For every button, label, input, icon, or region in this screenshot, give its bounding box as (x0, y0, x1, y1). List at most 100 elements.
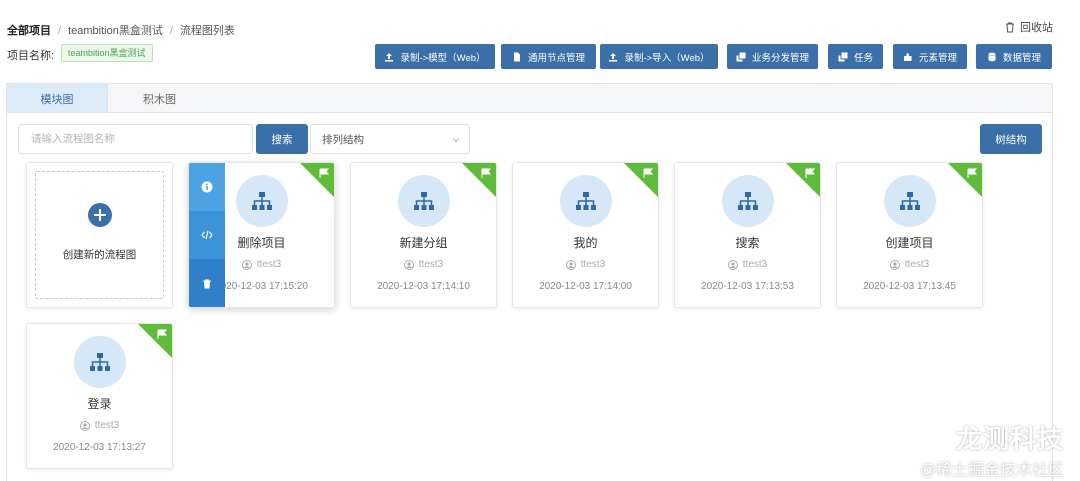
flowchart-card[interactable]: 新建分组 ttest3 2020-12-03 17:14:10 (350, 162, 497, 308)
flowchart-time: 2020-12-03 17:13:53 (701, 281, 794, 292)
business-dispatch-label: 业务分发管理 (751, 52, 809, 64)
card-action-bar (189, 163, 225, 307)
data-manage-label: 数据管理 (1002, 52, 1041, 64)
user-icon (727, 259, 738, 270)
element-manage-label: 元素管理 (918, 52, 957, 64)
flowchart-avatar (74, 336, 126, 388)
upload-icon (609, 52, 618, 61)
common-node-manage-button[interactable]: 通用节点管理 (501, 44, 596, 69)
element-manage-button[interactable]: 元素管理 (893, 44, 967, 69)
flowchart-card[interactable]: 搜索 ttest3 2020-12-03 17:13:53 (674, 162, 821, 308)
flag-icon (624, 163, 658, 197)
user-icon (403, 259, 414, 270)
breadcrumb-root[interactable]: 全部项目 (7, 25, 51, 37)
page: 全部项目 / teambition黑盒测试 / 流程图列表 回收站 项目名称: team… (0, 0, 1080, 481)
flowchart-user-name: ttest3 (94, 420, 120, 431)
sitemap-icon (90, 353, 110, 371)
document-icon (513, 52, 520, 61)
flowchart-user-name: ttest3 (418, 259, 444, 270)
flowchart-avatar (560, 175, 612, 227)
sitemap-icon (900, 192, 920, 210)
flowchart-user: ttest3 (351, 259, 496, 270)
card-delete-button[interactable] (189, 259, 225, 307)
sitemap-icon (252, 192, 272, 210)
tab-block-view[interactable]: 积木图 (109, 84, 210, 113)
tab-module-view[interactable]: 模块图 (7, 84, 108, 113)
breadcrumb-separator: / (58, 25, 62, 37)
sitemap-icon (738, 192, 758, 210)
flowchart-user-name: ttest3 (742, 259, 768, 270)
breadcrumb-current: 流程图列表 (179, 25, 235, 37)
business-dispatch-button[interactable]: 业务分发管理 (727, 44, 818, 69)
record-to-model-button[interactable]: 录制->模型（Web） (375, 44, 495, 69)
chevron-down-icon (452, 138, 460, 143)
flowchart-user-name: ttest3 (256, 259, 282, 270)
flag-icon (786, 163, 820, 197)
trash-icon (203, 279, 211, 289)
watermark-brand: 龙测科技 (955, 424, 1064, 454)
flowchart-user: ttest3 (513, 259, 658, 270)
user-icon (79, 420, 90, 431)
info-icon (201, 181, 213, 193)
search-button[interactable]: 搜索 (256, 124, 308, 154)
card-code-button[interactable] (189, 211, 225, 259)
record-to-import-button[interactable]: 录制->导入（Web） (600, 44, 718, 69)
flowchart-card[interactable]: 删除项目 ttest3 2020-12-03 17:15:20 (188, 162, 335, 308)
flowchart-time: 2020-12-03 17:13:45 (863, 281, 956, 292)
record-to-model-label: 录制->模型（Web） (400, 52, 486, 64)
recycle-bin-link[interactable]: 回收站 (1005, 19, 1053, 35)
flowchart-user: ttest3 (837, 259, 982, 270)
common-node-manage-label: 通用节点管理 (527, 52, 585, 64)
upload-icon (385, 52, 394, 61)
code-icon (201, 230, 213, 240)
flowchart-user: ttest3 (675, 259, 820, 270)
sort-structure-value: 排列结构 (322, 133, 364, 146)
flowchart-card[interactable]: 登录 ttest3 2020-12-03 17:13:27 (26, 323, 173, 469)
breadcrumb-project[interactable]: teambition黑盒测试 (68, 25, 163, 37)
flowchart-title: 搜索 (735, 236, 760, 250)
flag-icon (462, 163, 496, 197)
flowchart-card[interactable]: 我的 ttest3 2020-12-03 17:14:00 (512, 162, 659, 308)
search-input[interactable] (18, 124, 253, 154)
card-info-button[interactable] (189, 163, 225, 211)
user-icon (565, 259, 576, 270)
sort-structure-select[interactable]: 排列结构 (310, 124, 470, 154)
task-label: 任务 (853, 52, 873, 64)
breadcrumb: 全部项目 / teambition黑盒测试 / 流程图列表 (7, 22, 235, 38)
database-icon (988, 52, 996, 61)
toolbar: 录制->模型（Web） 通用节点管理 录制->导入（Web） 业务分发管理 任务… (0, 44, 1080, 69)
flag-icon (138, 324, 172, 358)
flowchart-avatar (236, 175, 288, 227)
task-button[interactable]: 任务 (828, 44, 883, 69)
create-flowchart-label: 创建新的流程图 (62, 249, 137, 261)
flag-icon (300, 163, 334, 197)
recycle-bin-label: 回收站 (1020, 22, 1053, 34)
flowchart-title: 创建项目 (885, 236, 934, 250)
tab-bar: 模块图 积木图 (7, 84, 1052, 113)
watermark: 龙测科技 @稀土掘金技术社区 (920, 419, 1064, 480)
flowchart-title: 登录 (87, 397, 112, 411)
trash-icon (1006, 22, 1014, 32)
dashed-border (35, 171, 164, 299)
breadcrumb-separator: / (169, 25, 173, 37)
user-icon (241, 259, 252, 270)
flowchart-time: 2020-12-03 17:14:00 (539, 281, 632, 292)
data-manage-button[interactable]: 数据管理 (976, 44, 1052, 69)
flowchart-avatar (398, 175, 450, 227)
flowchart-time: 2020-12-03 17:13:27 (53, 442, 146, 453)
copy-icon (736, 52, 746, 61)
flowchart-panel: 模块图 积木图 搜索 排列结构 树结构 创建新的流程图 删除项目 ttest3 (6, 83, 1053, 481)
user-icon (889, 259, 900, 270)
create-flowchart-card[interactable]: 创建新的流程图 (26, 162, 173, 308)
flowchart-user-name: ttest3 (904, 259, 930, 270)
copy-icon (838, 52, 848, 61)
flowchart-card[interactable]: 创建项目 ttest3 2020-12-03 17:13:45 (836, 162, 983, 308)
flowchart-title: 新建分组 (399, 236, 448, 250)
tree-structure-button[interactable]: 树结构 (980, 124, 1042, 154)
flowchart-title: 我的 (573, 236, 598, 250)
wechat-icon (923, 427, 951, 448)
watermark-title: 龙测科技 (920, 419, 1064, 456)
flowchart-user: ttest3 (27, 420, 172, 431)
sitemap-icon (414, 192, 434, 210)
record-to-import-label: 录制->导入（Web） (624, 52, 710, 64)
